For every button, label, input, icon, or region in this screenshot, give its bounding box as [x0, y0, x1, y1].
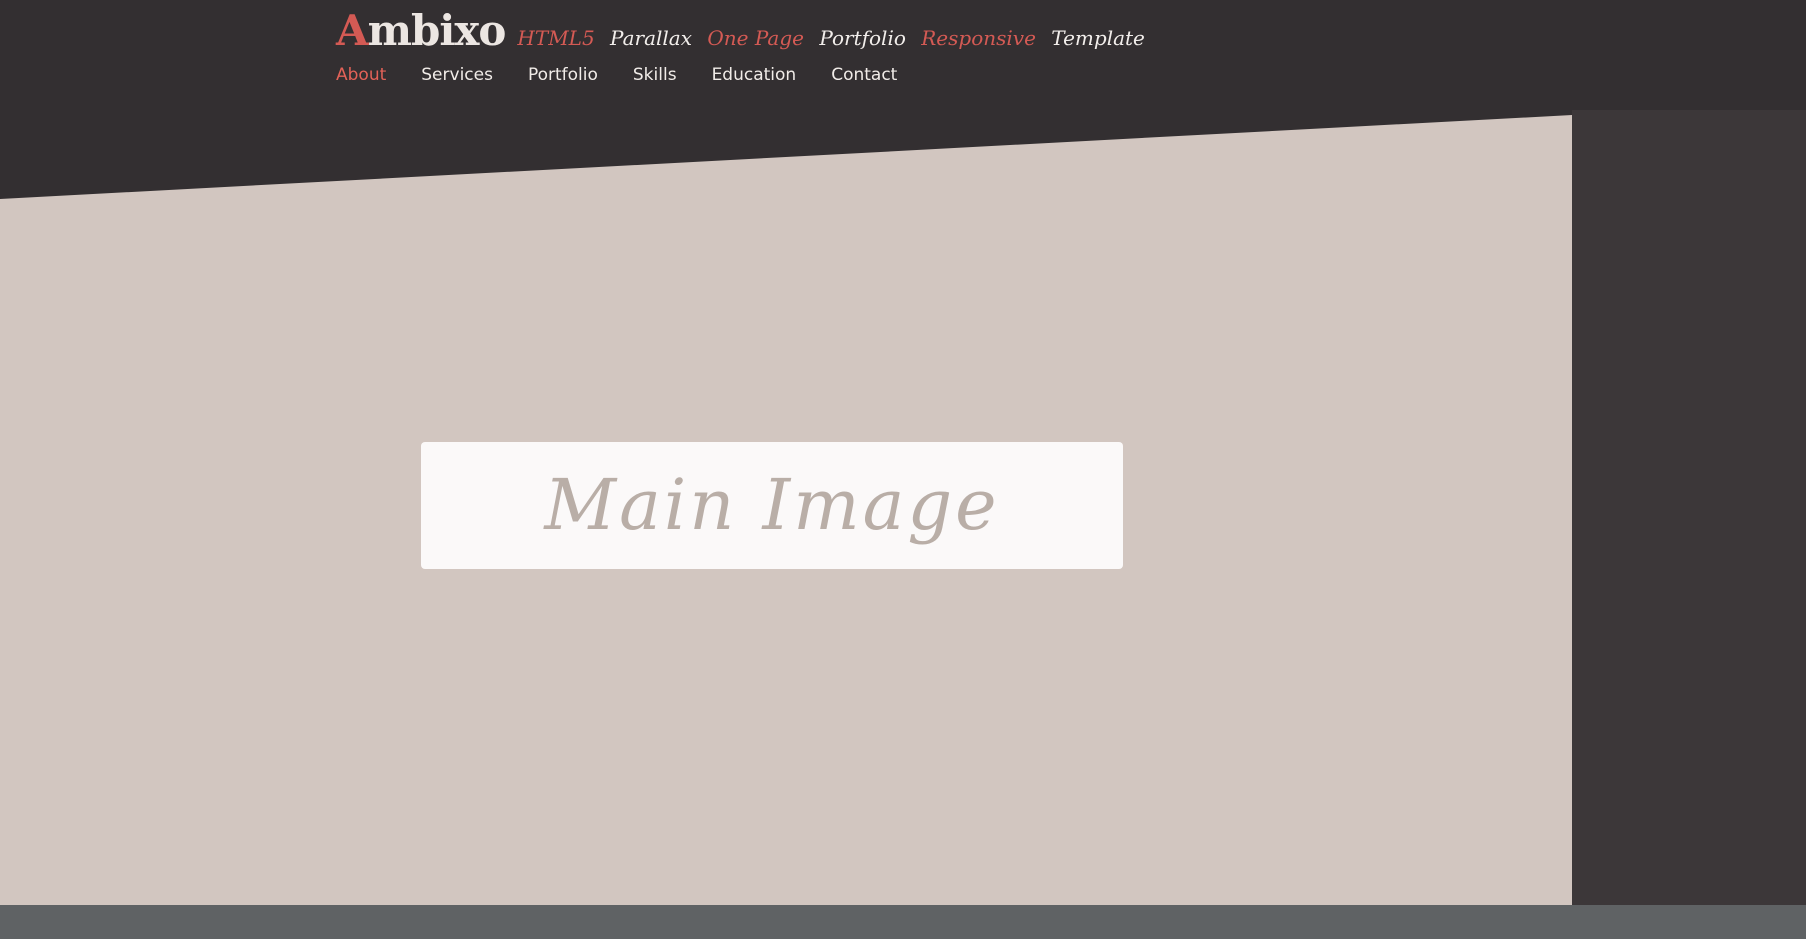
main-navigation: About Services Portfolio Skills Educatio… [336, 63, 897, 87]
main-image-placeholder: Main Image [421, 442, 1123, 569]
nav-item-skills[interactable]: Skills [633, 63, 677, 87]
site-tagline: HTML5 Parallax One Page Portfolio Respon… [517, 26, 1153, 50]
tagline-word-parallax: Parallax [610, 26, 693, 50]
tagline-word-one-page: One Page [707, 26, 804, 50]
hero-section: Main Image [0, 0, 1806, 905]
tagline-word-html5: HTML5 [517, 26, 595, 50]
logo-first-letter: A [336, 6, 369, 55]
nav-item-portfolio[interactable]: Portfolio [528, 63, 598, 87]
nav-item-services[interactable]: Services [421, 63, 493, 87]
tagline-word-responsive: Responsive [921, 26, 1036, 50]
nav-item-about[interactable]: About [336, 63, 386, 87]
bottom-bar [0, 905, 1806, 939]
site-logo[interactable]: Ambixo [336, 6, 507, 56]
site-header: Ambixo HTML5 Parallax One Page Portfolio… [0, 0, 1806, 110]
nav-item-contact[interactable]: Contact [831, 63, 897, 87]
right-dark-panel [1572, 0, 1806, 905]
tagline-word-portfolio: Portfolio [819, 26, 906, 50]
logo-rest: mbixo [367, 6, 507, 55]
tagline-word-template: Template [1051, 26, 1145, 50]
nav-item-education[interactable]: Education [712, 63, 797, 87]
main-image-label: Main Image [544, 463, 1000, 546]
brand-row: Ambixo HTML5 Parallax One Page Portfolio… [336, 6, 1154, 56]
